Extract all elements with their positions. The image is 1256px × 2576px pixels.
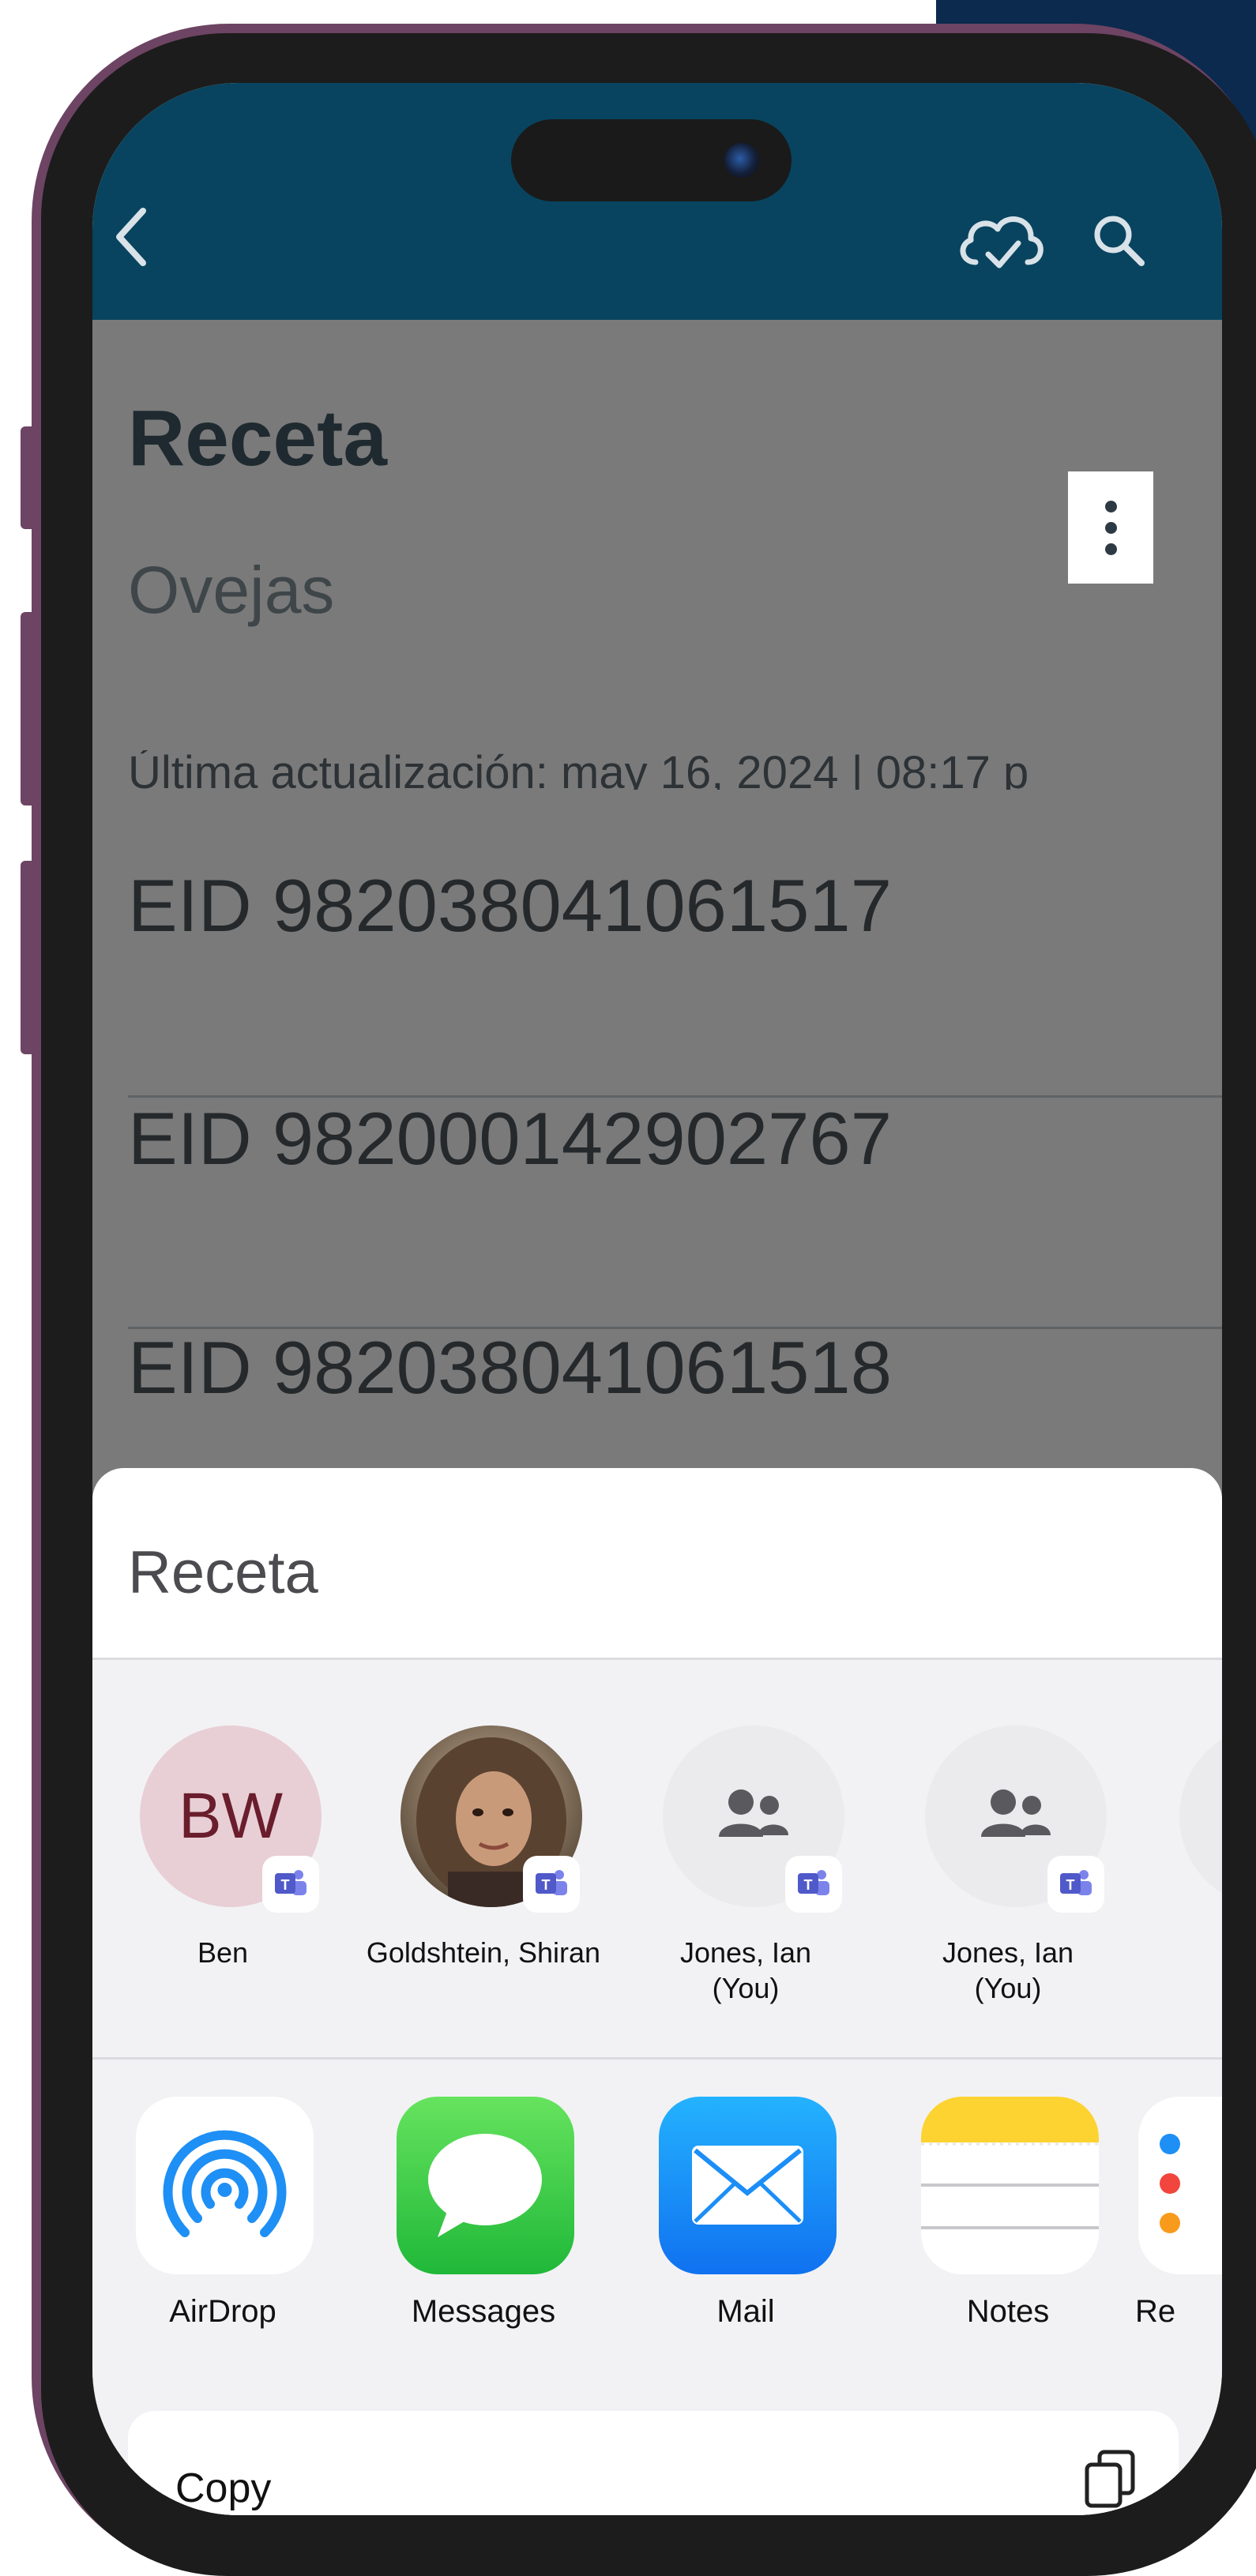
copy-label: Copy	[175, 2465, 272, 2511]
mail-icon	[659, 2097, 837, 2274]
reminders-icon	[1138, 2097, 1222, 2274]
messages-icon	[397, 2097, 574, 2274]
eid-item[interactable]: EID 982038041061518	[128, 1331, 892, 1405]
svg-text:T: T	[281, 1877, 290, 1893]
app-label: AirDrop	[169, 2294, 276, 2329]
teams-icon: T	[523, 1856, 580, 1913]
svg-text:T: T	[1066, 1877, 1075, 1893]
app-label: Mail	[716, 2294, 775, 2329]
teams-icon: T	[262, 1856, 319, 1913]
contact-name: Ben	[197, 1936, 249, 1969]
teams-icon: T	[785, 1856, 842, 1913]
chevron-left-icon[interactable]	[110, 201, 157, 276]
share-sheet-header: Receta	[92, 1468, 1222, 1658]
front-camera	[724, 143, 759, 178]
app-label: Re	[1135, 2294, 1176, 2329]
airdrop-icon	[136, 2097, 314, 2274]
app-label: Notes	[966, 2294, 1050, 2329]
contact-name: Goldshtein, Shiran	[366, 1936, 601, 1969]
cloud-check-icon[interactable]	[953, 205, 1048, 280]
people-icon	[719, 1789, 788, 1837]
svg-text:T: T	[542, 1877, 551, 1893]
app-label: Messages	[411, 2294, 556, 2329]
share-contact-partial[interactable]	[1179, 1725, 1222, 1907]
teams-icon: T	[1047, 1856, 1104, 1913]
divider	[92, 2057, 1222, 2060]
eid-item[interactable]: EID 982038041061517	[128, 869, 892, 943]
page-title: Receta	[128, 394, 387, 483]
notes-icon	[921, 2097, 1099, 2274]
people-icon	[981, 1789, 1051, 1837]
search-icon[interactable]	[1088, 209, 1151, 276]
share-sheet-title: Receta	[128, 1539, 318, 1606]
contact-name: Jones, Ian (You)	[679, 1936, 812, 2004]
copy-icon	[1076, 2443, 1147, 2515]
copy-action[interactable]: Copy	[128, 2411, 1179, 2515]
last-updated-text: Última actualización: may 16, 2024 | 08:…	[128, 750, 1029, 790]
contact-name: Jones, Ian (You)	[942, 1936, 1074, 2004]
phone-screen: Receta Ovejas Última actualización: may …	[92, 83, 1222, 2515]
page-subtitle: Ovejas	[128, 553, 335, 627]
eid-item[interactable]: EID 982000142902767	[128, 1102, 892, 1176]
share-sheet: Receta BW T Ben T Goldshtein, Shiran T J…	[92, 1468, 1222, 2515]
more-vertical-icon[interactable]	[1068, 471, 1153, 584]
app-header	[92, 83, 1222, 320]
svg-text:T: T	[804, 1877, 813, 1893]
divider	[92, 1658, 1222, 1660]
